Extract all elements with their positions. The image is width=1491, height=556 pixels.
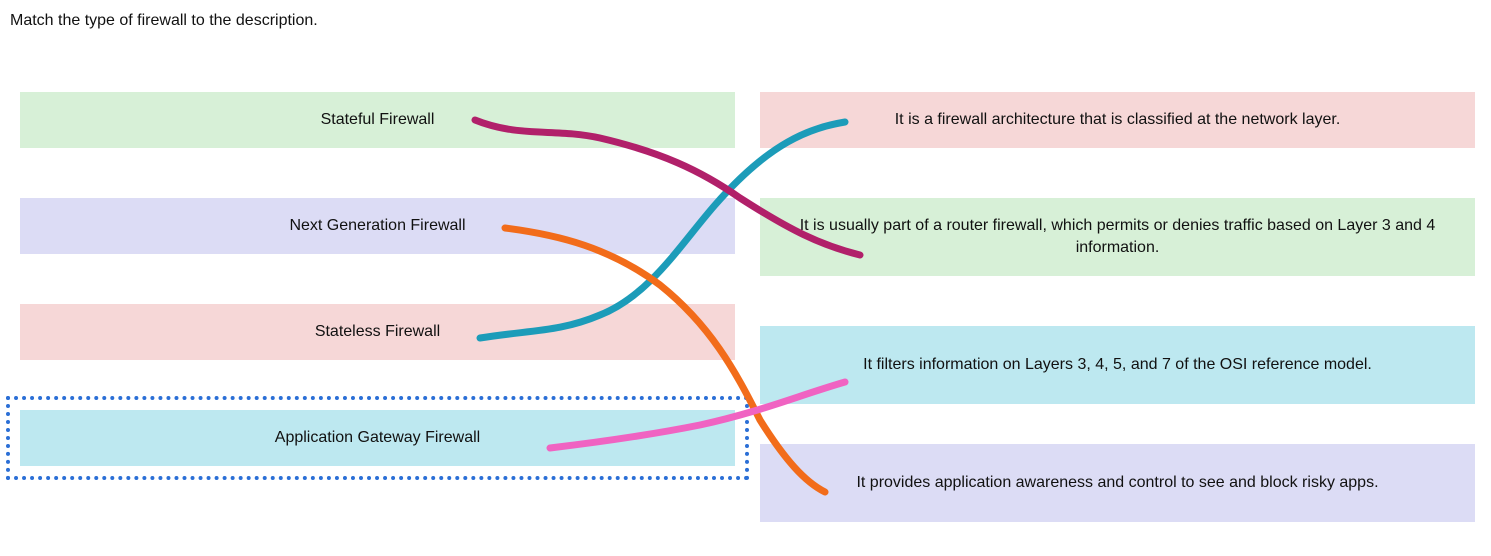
left-item-stateless[interactable]: Stateless Firewall — [20, 304, 735, 360]
right-item-router-l3l4[interactable]: It is usually part of a router firewall,… — [760, 198, 1475, 276]
right-item-layers-3457[interactable]: It filters information on Layers 3, 4, 5… — [760, 326, 1475, 404]
right-item-label: It filters information on Layers 3, 4, 5… — [863, 354, 1372, 376]
right-item-arch-net-layer[interactable]: It is a firewall architecture that is cl… — [760, 92, 1475, 148]
left-item-nextgen[interactable]: Next Generation Firewall — [20, 198, 735, 254]
matching-stage: Stateful Firewall Next Generation Firewa… — [0, 30, 1491, 550]
right-item-label: It is usually part of a router firewall,… — [780, 215, 1455, 258]
left-item-label: Stateful Firewall — [321, 109, 435, 131]
left-item-stateful[interactable]: Stateful Firewall — [20, 92, 735, 148]
question-prompt: Match the type of firewall to the descri… — [0, 0, 1491, 30]
right-item-app-awareness[interactable]: It provides application awareness and co… — [760, 444, 1475, 522]
right-item-label: It provides application awareness and co… — [856, 472, 1378, 494]
left-item-appgw[interactable]: Application Gateway Firewall — [20, 410, 735, 466]
left-item-label: Stateless Firewall — [315, 321, 440, 343]
left-item-label: Application Gateway Firewall — [275, 427, 480, 449]
left-item-label: Next Generation Firewall — [289, 215, 465, 237]
right-item-label: It is a firewall architecture that is cl… — [895, 109, 1341, 131]
